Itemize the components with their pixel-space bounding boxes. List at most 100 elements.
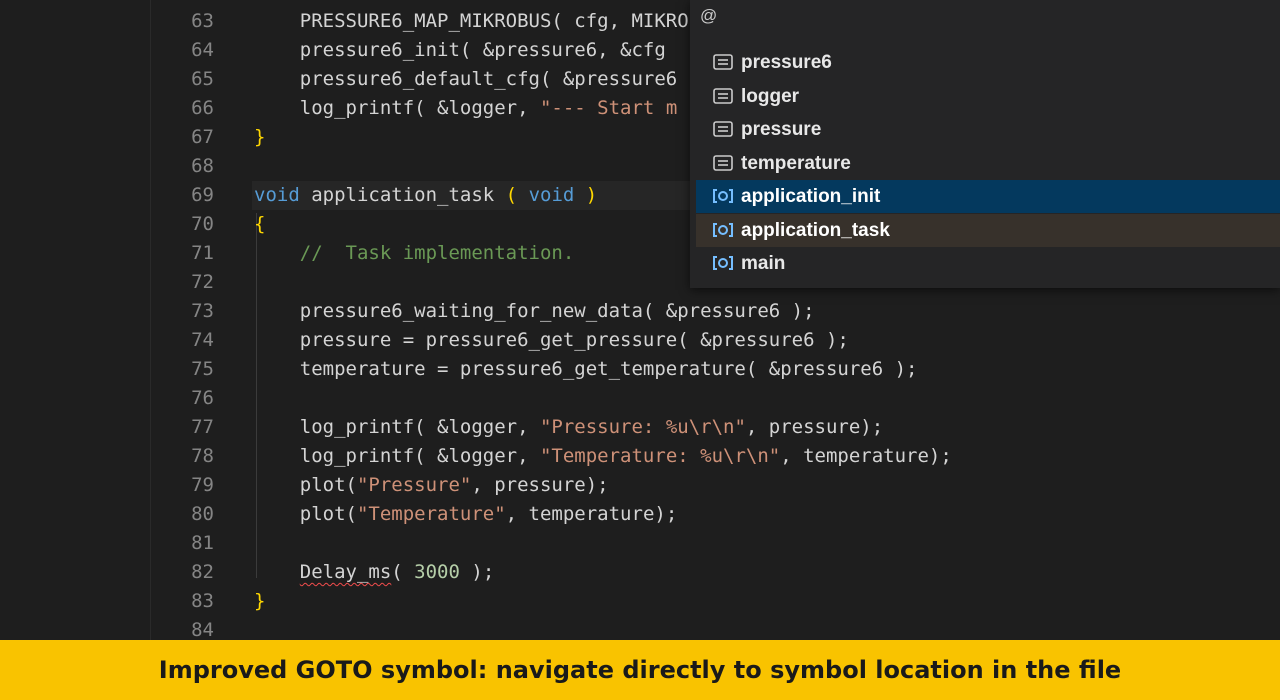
code-line[interactable]: 82 Delay_ms( 3000 ); xyxy=(0,558,1280,587)
line-code: PRESSURE6_MAP_MIKROBUS( cfg, MIKRO xyxy=(254,7,689,36)
variable-icon xyxy=(712,86,734,106)
code-token: void xyxy=(528,184,575,206)
code-line[interactable]: 76 xyxy=(0,384,1280,413)
symbol-item-label: application_task xyxy=(741,220,890,241)
symbol-item-logger[interactable]: logger xyxy=(696,80,1280,113)
line-number: 76 xyxy=(191,387,214,409)
code-line[interactable]: 81 xyxy=(0,529,1280,558)
variable-icon xyxy=(712,52,734,72)
line-number: 64 xyxy=(191,39,214,61)
symbol-item-temperature[interactable]: temperature xyxy=(696,147,1280,180)
code-line[interactable]: 77 log_printf( &logger, "Pressure: %u\r\… xyxy=(0,413,1280,442)
code-token: log_printf( &logger, xyxy=(254,416,540,438)
symbol-item-application-init[interactable]: application_init xyxy=(696,180,1280,213)
line-number: 67 xyxy=(191,126,214,148)
code-token: ); xyxy=(459,561,495,583)
function-icon xyxy=(712,220,734,240)
code-line[interactable]: 74 pressure = pressure6_get_pressure( &p… xyxy=(0,326,1280,355)
code-token: ( xyxy=(505,184,518,206)
code-line[interactable]: 73 pressure6_waiting_for_new_data( &pres… xyxy=(0,297,1280,326)
code-token: ( xyxy=(391,561,415,583)
line-code: pressure = pressure6_get_pressure( &pres… xyxy=(254,326,849,355)
line-number: 65 xyxy=(191,68,214,90)
symbol-item-pressure[interactable]: pressure xyxy=(696,113,1280,146)
code-token: "Temperature" xyxy=(356,503,506,525)
line-number: 70 xyxy=(191,213,214,235)
line-number: 75 xyxy=(191,358,214,380)
line-number: 68 xyxy=(191,155,214,177)
symbol-item-label: logger xyxy=(741,86,800,107)
code-line[interactable]: 79 plot("Pressure", pressure); xyxy=(0,471,1280,500)
line-code: } xyxy=(254,587,265,616)
code-token: PRESSURE6_MAP_MIKROBUS( cfg, MIKRO xyxy=(254,10,689,32)
code-token: } xyxy=(254,126,266,148)
line-number: 72 xyxy=(191,271,214,293)
code-token: 3000 xyxy=(414,561,460,583)
line-number: 69 xyxy=(191,184,214,206)
code-token: "Pressure: %u\r\n" xyxy=(539,416,746,438)
caption-banner: Improved GOTO symbol: navigate directly … xyxy=(0,640,1280,700)
function-icon xyxy=(712,253,734,273)
symbol-item-label: temperature xyxy=(741,153,851,174)
code-token: pressure6_init( &pressure6, &cfg xyxy=(254,39,666,61)
code-token: , pressure); xyxy=(471,474,609,496)
code-token: { xyxy=(254,213,266,235)
goto-symbol-palette[interactable]: @ pressure6 logger pressure temperature appl… xyxy=(690,0,1280,288)
symbol-item-pressure6[interactable]: pressure6 xyxy=(696,46,1280,79)
code-token: log_printf( &logger, xyxy=(254,97,540,119)
line-number: 77 xyxy=(191,416,214,438)
code-line[interactable]: 78 log_printf( &logger, "Temperature: %u… xyxy=(0,442,1280,471)
code-token: plot( xyxy=(254,474,357,496)
line-code: // Task implementation. xyxy=(254,239,575,268)
code-token: "Pressure" xyxy=(356,474,472,496)
line-code: void application_task ( void ) xyxy=(254,181,597,210)
code-token: Delay_ms xyxy=(299,561,392,583)
symbol-item-label: main xyxy=(741,253,786,274)
line-number: 73 xyxy=(191,300,214,322)
code-token: } xyxy=(254,590,266,612)
line-number: 79 xyxy=(191,474,214,496)
code-line[interactable]: 75 temperature = pressure6_get_temperatu… xyxy=(0,355,1280,384)
caption-text: Improved GOTO symbol: navigate directly … xyxy=(158,656,1122,684)
code-token: // Task implementation. xyxy=(299,242,575,264)
code-token: temperature = pressure6_get_temperature(… xyxy=(254,358,918,380)
line-code: log_printf( &logger, "Temperature: %u\r\… xyxy=(254,442,952,471)
line-code: pressure6_waiting_for_new_data( &pressur… xyxy=(254,297,815,326)
code-line[interactable]: 80 plot("Temperature", temperature); xyxy=(0,500,1280,529)
line-number: 66 xyxy=(191,97,214,119)
symbol-item-label: pressure6 xyxy=(741,52,832,73)
symbol-item-main[interactable]: main xyxy=(696,247,1280,280)
line-number: 84 xyxy=(191,619,214,640)
line-code: pressure6_init( &pressure6, &cfg xyxy=(254,36,666,65)
line-number: 63 xyxy=(191,10,214,32)
line-code: plot("Pressure", pressure); xyxy=(254,471,609,500)
code-line[interactable]: 83} xyxy=(0,587,1280,616)
line-code: log_printf( &logger, "Pressure: %u\r\n",… xyxy=(254,413,883,442)
code-token: , pressure); xyxy=(745,416,884,438)
code-token: , temperature); xyxy=(780,445,952,467)
code-token: pressure6_default_cfg( &pressure6 xyxy=(254,68,678,90)
function-icon xyxy=(712,186,734,206)
line-number: 82 xyxy=(191,561,214,583)
line-code: { xyxy=(254,210,265,239)
code-token: void xyxy=(254,184,300,206)
line-code: } xyxy=(254,123,265,152)
variable-icon xyxy=(712,119,734,139)
symbol-item-application-task[interactable]: application_task xyxy=(696,214,1280,247)
line-number: 74 xyxy=(191,329,214,351)
line-number: 78 xyxy=(191,445,214,467)
symbol-item-label: pressure xyxy=(741,119,822,140)
code-token: log_printf( &logger, xyxy=(254,445,540,467)
symbol-item-label: application_init xyxy=(741,186,881,207)
variable-icon xyxy=(712,153,734,173)
code-token: application_task xyxy=(299,184,506,206)
symbol-search-input[interactable]: @ xyxy=(700,2,1280,30)
line-code: Delay_ms( 3000 ); xyxy=(254,558,495,587)
code-line[interactable]: 84 xyxy=(0,616,1280,640)
line-code: plot("Temperature", temperature); xyxy=(254,500,678,529)
line-number: 83 xyxy=(191,590,214,612)
